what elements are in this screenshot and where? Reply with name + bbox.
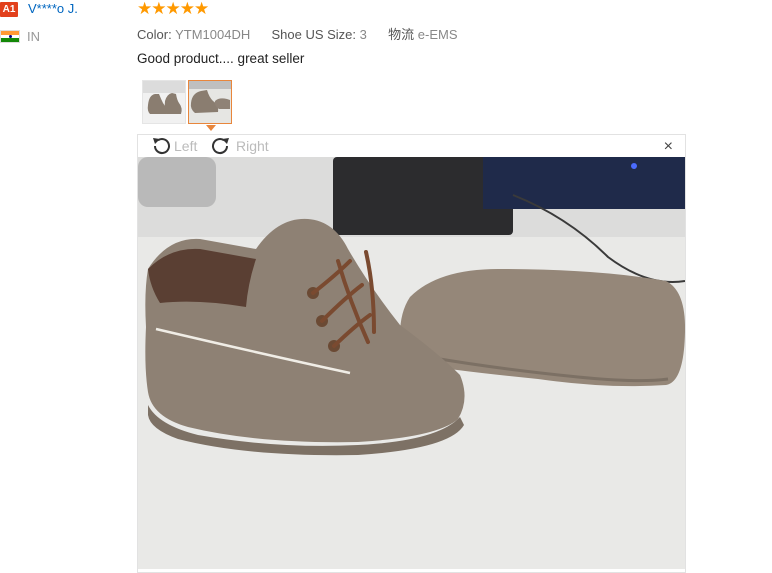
rotate-right-icon <box>212 138 229 155</box>
close-icon[interactable]: × <box>664 138 673 156</box>
size-value: 3 <box>359 27 367 42</box>
selected-thumbnail-pointer <box>206 125 216 131</box>
buyer-level-badge: A1 <box>0 2 18 17</box>
review-photo-thumbnail[interactable] <box>142 80 186 124</box>
review-attributes: Color: YTM1004DH Shoe US Size: 3 物流 e-EM… <box>137 24 458 43</box>
review-photo <box>138 157 685 569</box>
rotate-left-button[interactable]: Left <box>150 135 197 157</box>
color-label: Color: <box>137 27 172 42</box>
reviewer-country: IN <box>27 29 40 44</box>
rating-stars: ★★★★★ <box>137 0 209 18</box>
review-text: Good product.... great seller <box>137 51 305 66</box>
logistics-value: e-EMS <box>417 27 458 42</box>
rotate-right-button[interactable]: Right <box>210 135 269 157</box>
reviewer-name[interactable]: V****o J. <box>28 1 78 16</box>
rotate-left-icon <box>153 138 170 155</box>
india-flag-icon <box>0 30 20 43</box>
color-value: YTM1004DH <box>175 27 251 42</box>
rotate-right-label: Right <box>236 138 269 154</box>
photo-viewer: Left Right × <box>137 134 686 573</box>
review-photo-thumbnail-selected[interactable] <box>188 80 232 124</box>
size-label: Shoe US Size: <box>271 27 357 42</box>
rotate-left-label: Left <box>174 138 198 154</box>
logistics-label: 物流 <box>388 27 415 42</box>
